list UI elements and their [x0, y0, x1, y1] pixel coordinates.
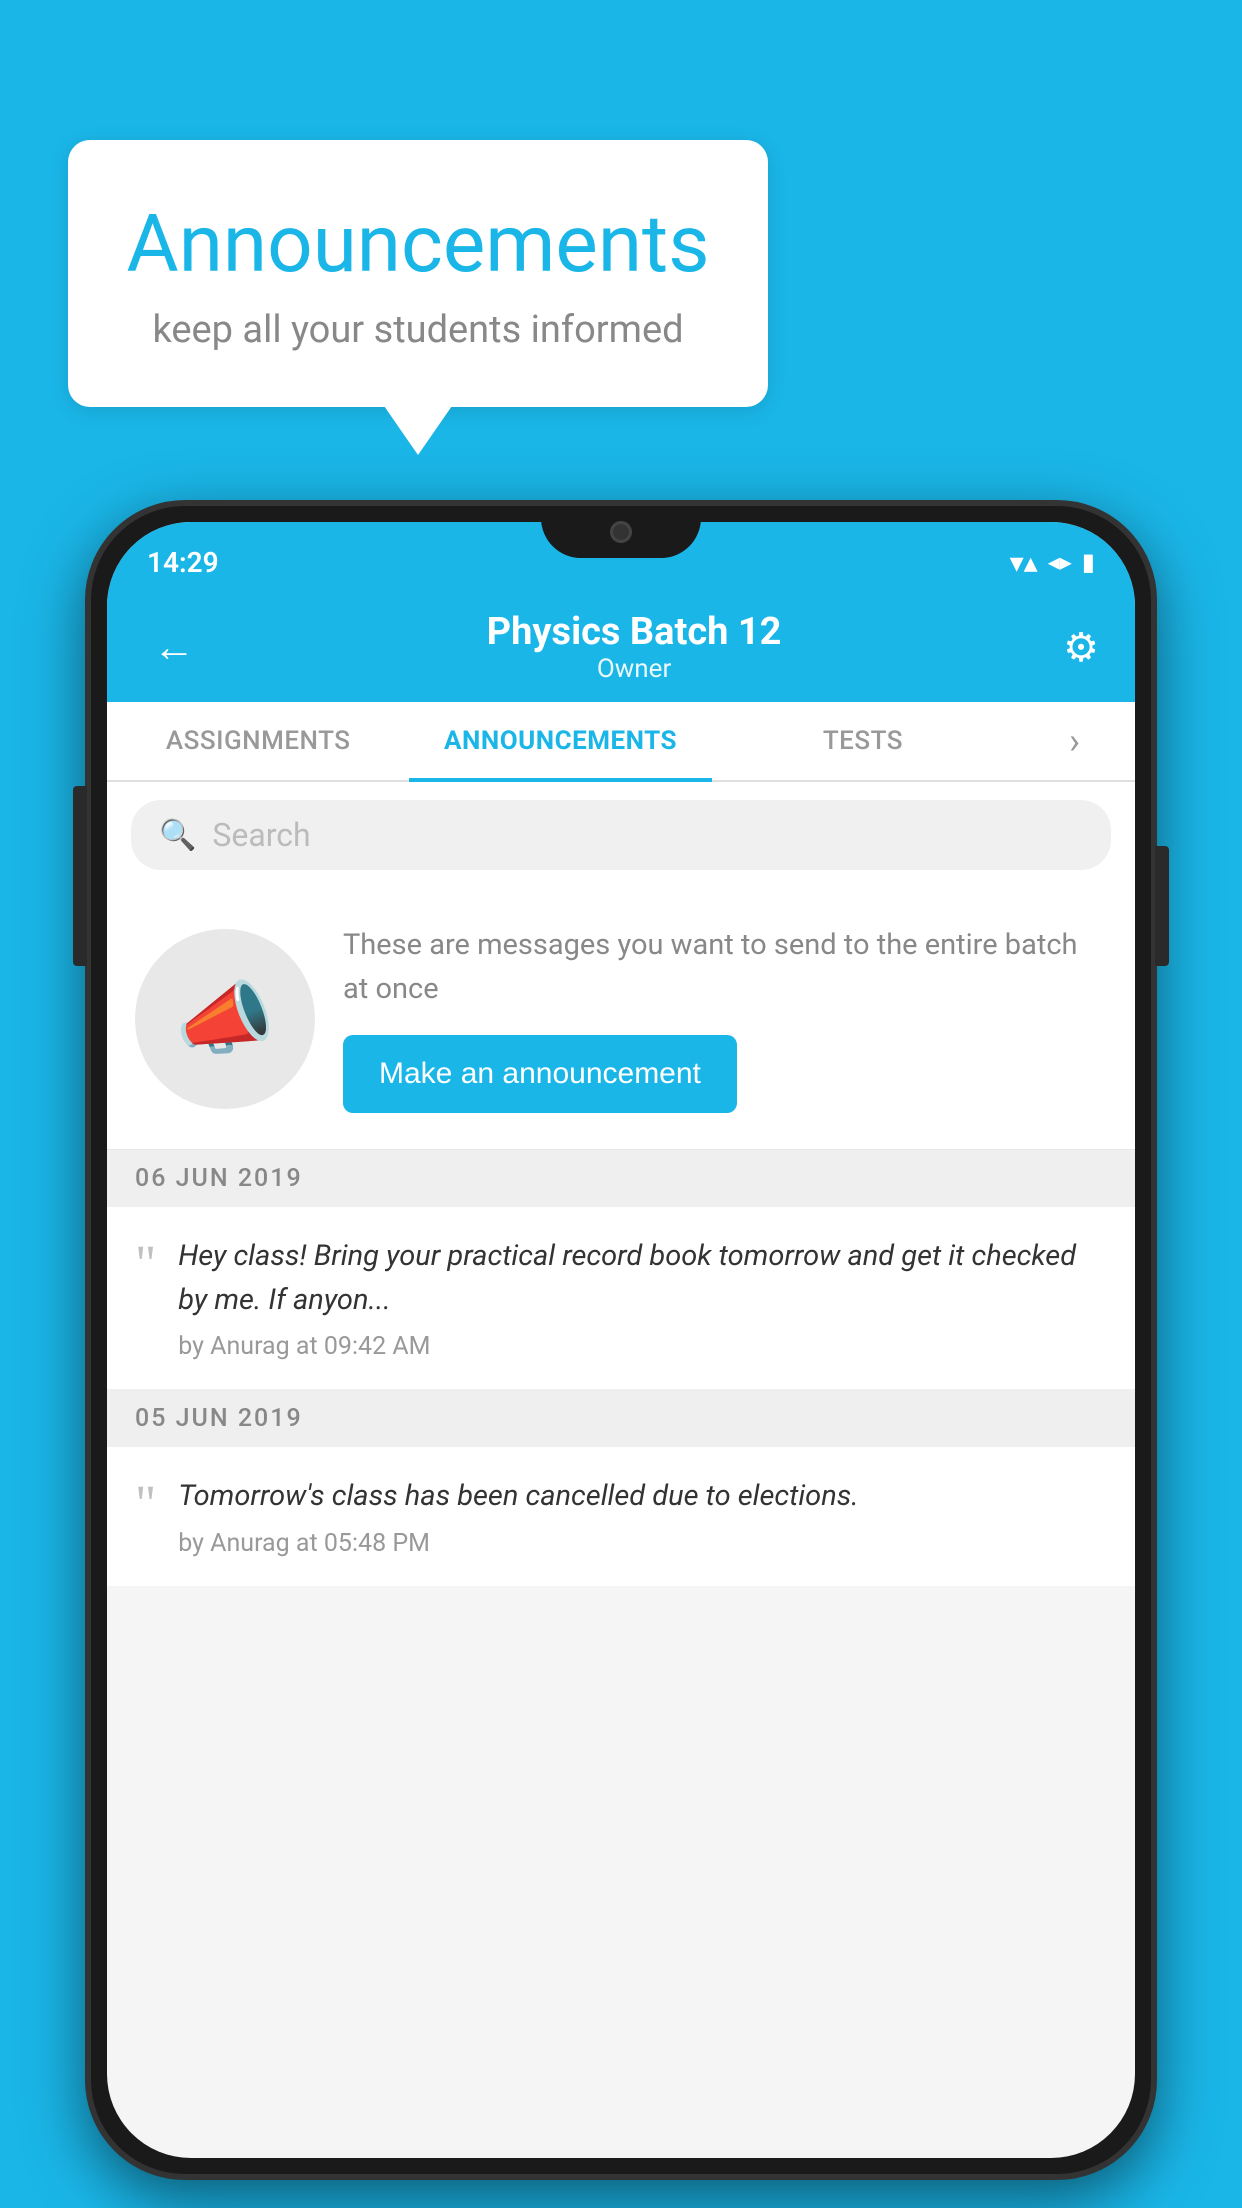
announcement-text-2: Tomorrow's class has been cancelled due …	[178, 1475, 1107, 1519]
tab-tests[interactable]: TESTS	[712, 702, 1014, 780]
announcement-item-2: " Tomorrow's class has been cancelled du…	[107, 1447, 1135, 1586]
announcement-text-1: Hey class! Bring your practical record b…	[178, 1235, 1107, 1322]
tab-assignments[interactable]: ASSIGNMENTS	[107, 702, 409, 780]
announcement-body-2: Tomorrow's class has been cancelled due …	[178, 1475, 1107, 1558]
search-bar[interactable]: 🔍 Search	[131, 800, 1111, 870]
quote-icon-1: "	[135, 1239, 156, 1291]
promo-description: These are messages you want to send to t…	[343, 924, 1107, 1011]
announcement-meta-1: by Anurag at 09:42 AM	[178, 1332, 1107, 1361]
search-placeholder: Search	[212, 816, 310, 854]
back-button[interactable]: ←	[143, 613, 205, 682]
status-time: 14:29	[147, 546, 219, 579]
promo-right: These are messages you want to send to t…	[343, 924, 1107, 1113]
announcement-item-1: " Hey class! Bring your practical record…	[107, 1207, 1135, 1390]
bubble-title: Announcements	[118, 200, 718, 288]
tab-more[interactable]: ›	[1014, 702, 1135, 780]
signal-icon: ◂▸	[1048, 548, 1072, 576]
tabs-bar: ASSIGNMENTS ANNOUNCEMENTS TESTS ›	[107, 702, 1135, 782]
promo-section: 📣 These are messages you want to send to…	[107, 888, 1135, 1150]
date-separator-2: 05 JUN 2019	[107, 1390, 1135, 1447]
make-announcement-button[interactable]: Make an announcement	[343, 1035, 737, 1113]
bubble-subtitle: keep all your students informed	[118, 308, 718, 352]
speech-bubble: Announcements keep all your students inf…	[68, 140, 768, 407]
speech-bubble-container: Announcements keep all your students inf…	[68, 140, 768, 407]
announcement-body-1: Hey class! Bring your practical record b…	[178, 1235, 1107, 1361]
app-header: ← Physics Batch 12 Owner ⚙	[107, 592, 1135, 702]
header-title: Physics Batch 12	[487, 610, 782, 654]
search-icon: 🔍	[159, 818, 196, 853]
phone-notch	[541, 506, 701, 558]
header-subtitle: Owner	[487, 654, 782, 684]
promo-icon-circle: 📣	[135, 929, 315, 1109]
megaphone-icon: 📣	[175, 972, 275, 1066]
tab-announcements[interactable]: ANNOUNCEMENTS	[409, 702, 711, 780]
date-separator-1: 06 JUN 2019	[107, 1150, 1135, 1207]
search-container: 🔍 Search	[107, 782, 1135, 888]
wifi-icon: ▾▴	[1010, 546, 1038, 579]
status-icons: ▾▴ ◂▸ ▮	[1010, 546, 1095, 579]
camera-notch	[610, 521, 632, 543]
battery-icon: ▮	[1082, 548, 1095, 576]
phone-screen: 14:29 ▾▴ ◂▸ ▮ ← Physics Batch 12 Owner ⚙	[107, 522, 1135, 2158]
phone-outer: 14:29 ▾▴ ◂▸ ▮ ← Physics Batch 12 Owner ⚙	[85, 500, 1157, 2180]
settings-icon[interactable]: ⚙	[1063, 624, 1099, 671]
header-center: Physics Batch 12 Owner	[487, 610, 782, 684]
phone-device: 14:29 ▾▴ ◂▸ ▮ ← Physics Batch 12 Owner ⚙	[85, 500, 1157, 2180]
quote-icon-2: "	[135, 1479, 156, 1531]
announcement-meta-2: by Anurag at 05:48 PM	[178, 1529, 1107, 1558]
